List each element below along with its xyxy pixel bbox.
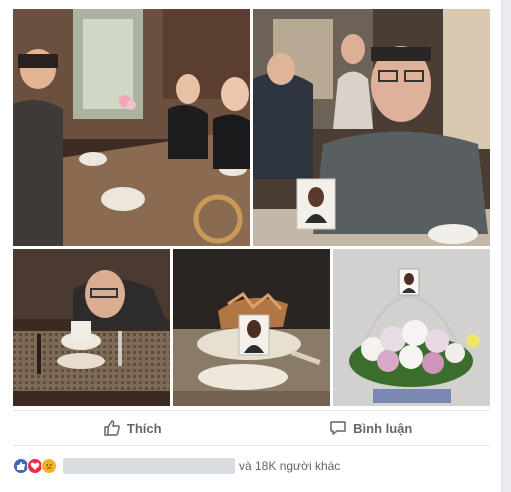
post-card: Thích Bình luận và 18K người khác [0, 0, 502, 492]
comment-icon [330, 421, 346, 435]
post-actions-bar: Thích Bình luận [13, 410, 490, 446]
thumbs-up-icon [104, 420, 120, 436]
photo-man-at-table-image [13, 249, 170, 406]
photo-dish-with-portrait[interactable] [173, 249, 330, 406]
photo-man-at-table[interactable] [13, 249, 170, 406]
reactions-summary[interactable]: và 18K người khác [13, 455, 490, 477]
photo-group-toast[interactable] [13, 9, 250, 246]
photo-dish-with-portrait-image [173, 249, 330, 406]
reactions-others-count: và 18K người khác [239, 459, 341, 473]
photo-man-holding-portrait-image [253, 9, 490, 246]
photo-flower-basket-image [333, 249, 490, 406]
like-label: Thích [126, 420, 162, 436]
comment-button[interactable]: Bình luận [252, 411, 491, 445]
photo-flower-basket[interactable] [333, 249, 490, 406]
like-button[interactable]: Thích [13, 411, 252, 445]
comment-label: Bình luận [353, 420, 413, 436]
photo-group-toast-image [13, 9, 250, 246]
sad-icon [41, 458, 57, 474]
reactor-names-blurred [63, 458, 235, 474]
photo-man-holding-portrait[interactable] [253, 9, 490, 246]
